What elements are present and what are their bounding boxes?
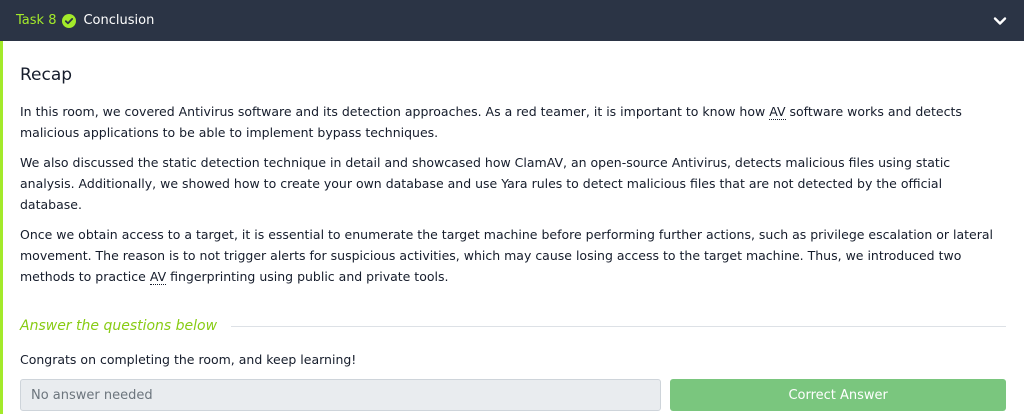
task-body: Recap In this room, we covered Antivirus… — [0, 41, 1024, 414]
abbr-av: AV — [149, 269, 167, 285]
paragraph-intro-text-a: In this room, we covered Antivirus softw… — [20, 104, 770, 119]
check-circle-icon — [62, 13, 77, 28]
task-panel: Task 8 Conclusion Recap In this room, we… — [0, 0, 1024, 414]
answer-input[interactable]: No answer needed — [20, 379, 662, 411]
task-title: Conclusion — [83, 13, 155, 28]
paragraph-enumeration: Once we obtain access to a target, it is… — [20, 224, 1006, 287]
question-text: Congrats on completing the room, and kee… — [20, 352, 357, 367]
task-header[interactable]: Task 8 Conclusion — [0, 0, 1024, 41]
abbr-av: AV — [769, 104, 786, 120]
section-heading: Recap — [20, 65, 73, 85]
paragraph-static-detection: We also discussed the static detection t… — [20, 155, 951, 212]
task-number: Task 8 — [16, 13, 57, 28]
answer-row: No answer needed Correct Answer — [20, 379, 1006, 411]
correct-answer-button[interactable]: Correct Answer — [670, 379, 1006, 411]
questions-heading: Answer the questions below — [20, 318, 218, 334]
paragraph-enumeration-text-b: fingerprinting using public and private … — [166, 269, 449, 284]
paragraph-intro: In this room, we covered Antivirus softw… — [20, 101, 1006, 143]
questions-heading-row: Answer the questions below — [20, 316, 1006, 336]
divider — [231, 325, 1006, 327]
chevron-down-icon[interactable] — [992, 13, 1008, 29]
